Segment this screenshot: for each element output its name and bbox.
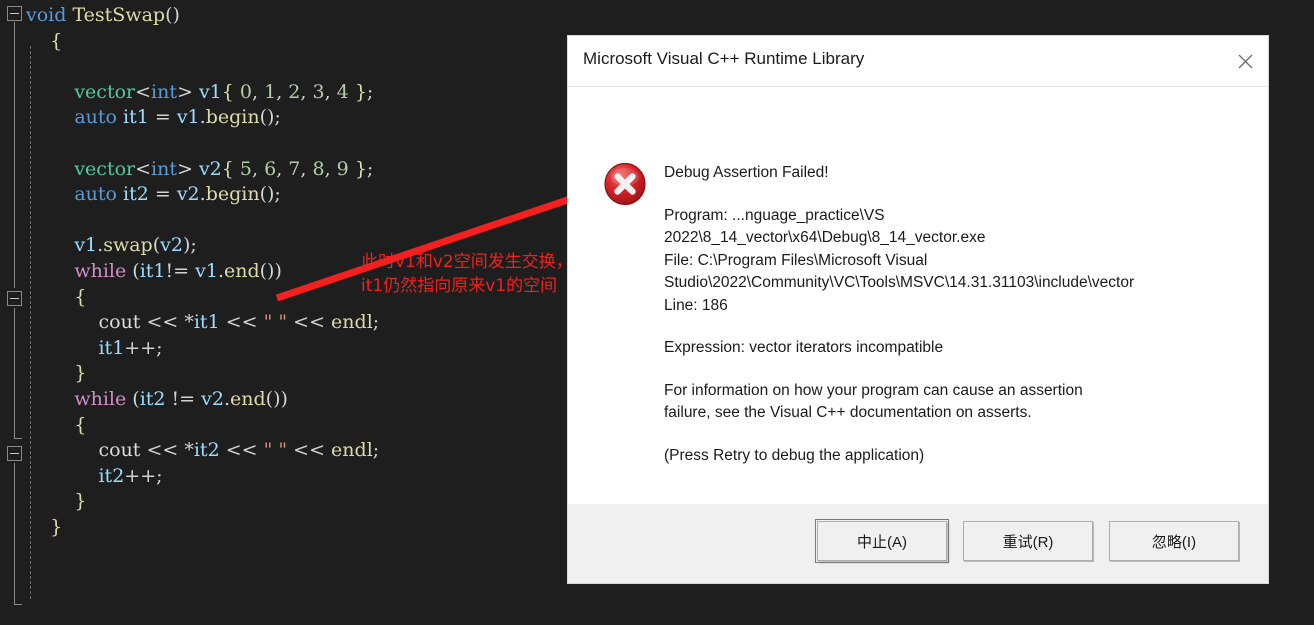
close-icon[interactable]: [1222, 36, 1268, 86]
code-line: {: [74, 413, 87, 436]
code-line: void TestSwap(): [26, 4, 180, 26]
dialog-program-info: Program: ...nguage_practice\VS 2022\8_14…: [664, 205, 1248, 318]
dialog-body: Debug Assertion Failed! Program: ...ngua…: [568, 87, 1268, 505]
code-line: {: [50, 29, 63, 52]
error-circle-x-icon: [603, 162, 647, 206]
fold-line-while-1: [14, 308, 15, 438]
code-line: it2++;: [98, 464, 163, 487]
info-line: For information on how your program can …: [664, 381, 1083, 399]
dialog-titlebar: Microsoft Visual C++ Runtime Library: [568, 36, 1268, 87]
program-line: 2022\8_14_vector\x64\Debug\8_14_vector.e…: [664, 229, 986, 246]
retry-button[interactable]: 重试(R): [963, 521, 1093, 561]
code-line: cout << *it2 << " " << endl;: [98, 439, 380, 462]
fold-foot-while-1: [14, 438, 22, 439]
abort-button[interactable]: 中止(A): [815, 519, 949, 563]
error-circle-x-icon-glyph: [604, 162, 646, 206]
dialog-footer: 中止(A) 重试(R) 忽略(I): [568, 504, 1268, 583]
fold-line-while-2: [14, 463, 15, 604]
info-line: failure, see the Visual C++ documentatio…: [664, 404, 1032, 421]
code-line: {: [74, 285, 87, 308]
runtime-error-dialog: Microsoft Visual C++ Runtime Library Deb…: [568, 36, 1268, 583]
dialog-info: For information on how your program can …: [664, 380, 1248, 425]
code-line: auto it2 = v2.begin();: [74, 183, 281, 206]
fold-foot-end: [14, 604, 22, 605]
code-line: while (it2 != v2.end()): [74, 387, 288, 410]
code-line: while (it1!= v1.end()): [74, 259, 282, 282]
code-line: }: [74, 490, 87, 513]
program-line: Studio\2022\Community\VC\Tools\MSVC\14.3…: [664, 274, 1135, 291]
code-text[interactable]: void TestSwap() { vector<int> v1{ 0, 1, …: [26, 3, 379, 540]
code-line: cout << *it1 << " " << endl;: [98, 311, 380, 334]
code-line: it1++;: [98, 336, 163, 359]
program-line: Line: 186: [664, 296, 728, 314]
fold-line-function: [14, 22, 15, 288]
code-line: }: [50, 515, 63, 538]
code-line: vector<int> v1{ 0, 1, 2, 3, 4 };: [74, 80, 374, 103]
dialog-heading: Debug Assertion Failed!: [664, 164, 829, 181]
fold-marker-function[interactable]: [7, 6, 22, 21]
code-line: }: [74, 362, 87, 385]
dialog-title: Microsoft Visual C++ Runtime Library: [583, 49, 865, 68]
code-line: vector<int> v2{ 5, 6, 7, 8, 9 };: [74, 157, 374, 180]
close-icon-glyph: [1238, 54, 1252, 68]
dialog-press-hint: (Press Retry to debug the application): [664, 446, 925, 464]
code-line: v1.swap(v2);: [74, 234, 197, 257]
ignore-button[interactable]: 忽略(I): [1109, 521, 1239, 561]
fold-marker-while-1[interactable]: [7, 291, 22, 306]
code-line: auto it1 = v1.begin();: [74, 106, 281, 129]
fold-marker-while-2[interactable]: [7, 446, 22, 461]
program-line: File: C:\Program Files\Microsoft Visual: [664, 251, 928, 269]
program-line: Program: ...nguage_practice\VS: [664, 206, 885, 224]
dialog-expression: Expression: vector iterators incompatibl…: [664, 339, 944, 356]
dialog-message: Debug Assertion Failed! Program: ...ngua…: [664, 162, 1248, 467]
